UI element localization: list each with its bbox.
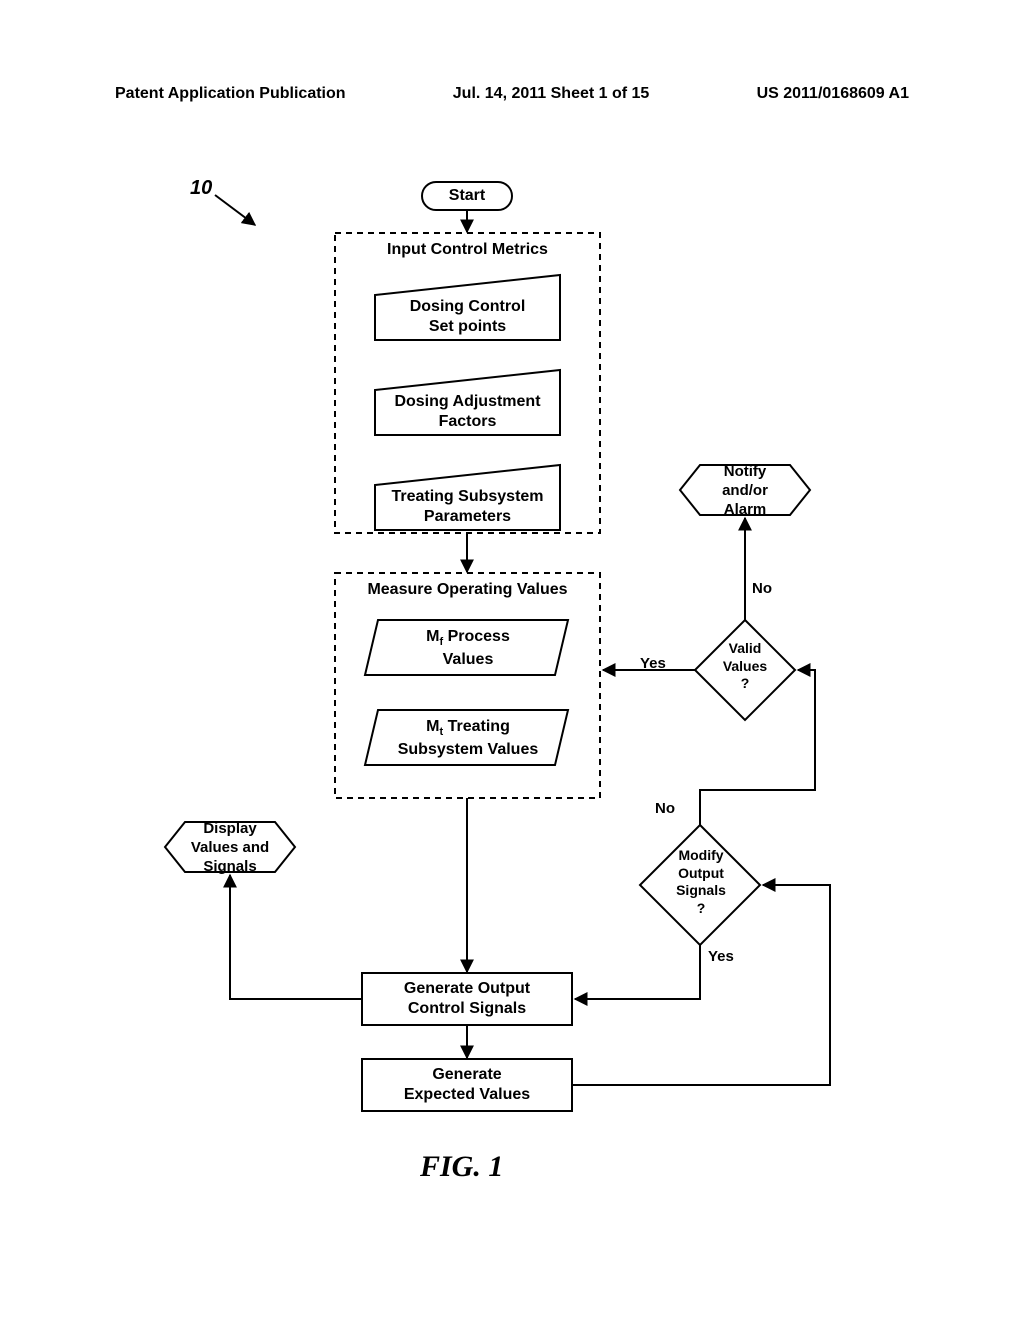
valid-values-label: Valid Values ? [705,640,785,693]
group1-title: Input Control Metrics [335,240,600,260]
display-label: Display Values and Signals [168,820,292,876]
generate-expected-label: Generate Expected Values [362,1065,572,1105]
dosing-factors-label: Dosing Adjustment Factors [375,392,560,432]
generate-output-label: Generate Output Control Signals [362,979,572,1019]
edge-modify-yes: Yes [708,948,734,967]
mf-values-label: Mf Process Values [378,627,558,670]
modify-label: Modify Output Signals ? [656,847,746,917]
notify-label: Notify and/or Alarm [683,463,807,519]
subsystem-params-label: Treating Subsystem Parameters [375,487,560,527]
group2-title: Measure Operating Values [335,580,600,600]
mt-values-label: Mt Treating Subsystem Values [368,717,568,760]
figure-label: FIG. 1 [420,1150,503,1184]
start-label: Start [422,186,512,206]
edge-valid-yes: Yes [640,655,666,674]
ref-number: 10 [190,176,212,201]
edge-valid-no: No [752,580,772,599]
reference-arrow [215,195,255,225]
dosing-setpoints-label: Dosing Control Set points [375,297,560,337]
edge-modify-no: No [655,800,675,819]
